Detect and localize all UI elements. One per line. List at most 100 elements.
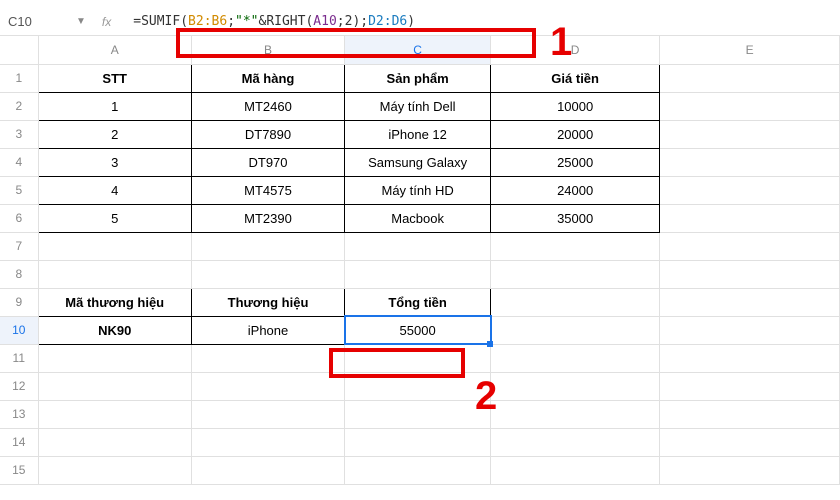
spreadsheet-grid[interactable]: A B C D E 1 STT Mã hàng Sản phẩm Giá tiề… — [0, 36, 840, 485]
row-header-10[interactable]: 10 — [0, 316, 38, 344]
table1-header-sanpham[interactable]: Sản phẩm — [345, 64, 491, 92]
cell-E2[interactable] — [660, 92, 840, 120]
col-header-C[interactable]: C — [345, 36, 491, 64]
row-header-8[interactable]: 8 — [0, 260, 38, 288]
table-row[interactable]: 3 — [38, 148, 191, 176]
table-row[interactable]: 25000 — [491, 148, 660, 176]
cell-E6[interactable] — [660, 204, 840, 232]
table-row[interactable]: 24000 — [491, 176, 660, 204]
cell-B15[interactable] — [191, 456, 344, 484]
col-header-B[interactable]: B — [191, 36, 344, 64]
cell-D12[interactable] — [491, 372, 660, 400]
row-header-7[interactable]: 7 — [0, 232, 38, 260]
cell-B14[interactable] — [191, 428, 344, 456]
cell-A11[interactable] — [38, 344, 191, 372]
cell-E11[interactable] — [660, 344, 840, 372]
cell-E5[interactable] — [660, 176, 840, 204]
col-header-D[interactable]: D — [491, 36, 660, 64]
cell-D7[interactable] — [491, 232, 660, 260]
table-row[interactable]: 4 — [38, 176, 191, 204]
row-header-15[interactable]: 15 — [0, 456, 38, 484]
table1-header-mahang[interactable]: Mã hàng — [191, 64, 344, 92]
table-row[interactable]: MT2460 — [191, 92, 344, 120]
table1-header-stt[interactable]: STT — [38, 64, 191, 92]
row-header-14[interactable]: 14 — [0, 428, 38, 456]
cell-E3[interactable] — [660, 120, 840, 148]
cell-A13[interactable] — [38, 400, 191, 428]
cell-E13[interactable] — [660, 400, 840, 428]
cell-D8[interactable] — [491, 260, 660, 288]
col-header-A[interactable]: A — [38, 36, 191, 64]
table-row[interactable]: Máy tính HD — [345, 176, 491, 204]
table2-header-thuonghieu[interactable]: Thương hiệu — [191, 288, 344, 316]
table-row[interactable]: 5 — [38, 204, 191, 232]
cell-E8[interactable] — [660, 260, 840, 288]
cell-D13[interactable] — [491, 400, 660, 428]
table-row[interactable]: MT4575 — [191, 176, 344, 204]
cell-E7[interactable] — [660, 232, 840, 260]
table-row[interactable]: DT7890 — [191, 120, 344, 148]
table-row[interactable]: Macbook — [345, 204, 491, 232]
table2-value-thuonghieu[interactable]: iPhone — [191, 316, 344, 344]
table-row[interactable]: 1 — [38, 92, 191, 120]
formula-input[interactable]: =SUMIF(B2:B6;"*"&RIGHT(A10;2);D2:D6) — [127, 10, 421, 34]
row-header-1[interactable]: 1 — [0, 64, 38, 92]
col-header-E[interactable]: E — [660, 36, 840, 64]
cell-B13[interactable] — [191, 400, 344, 428]
row-header-12[interactable]: 12 — [0, 372, 38, 400]
cell-B8[interactable] — [191, 260, 344, 288]
cell-E4[interactable] — [660, 148, 840, 176]
row-header-11[interactable]: 11 — [0, 344, 38, 372]
cell-E10[interactable] — [660, 316, 840, 344]
cell-B12[interactable] — [191, 372, 344, 400]
cell-A7[interactable] — [38, 232, 191, 260]
cell-D11[interactable] — [491, 344, 660, 372]
corner-cell[interactable] — [0, 36, 38, 64]
row-header-6[interactable]: 6 — [0, 204, 38, 232]
cell-A12[interactable] — [38, 372, 191, 400]
table-row[interactable]: 20000 — [491, 120, 660, 148]
cell-C8[interactable] — [345, 260, 491, 288]
table-row[interactable]: DT970 — [191, 148, 344, 176]
table-row[interactable]: 10000 — [491, 92, 660, 120]
row-header-2[interactable]: 2 — [0, 92, 38, 120]
table2-value-mathuonghieu[interactable]: NK90 — [38, 316, 191, 344]
row-header-9[interactable]: 9 — [0, 288, 38, 316]
table-row[interactable]: iPhone 12 — [345, 120, 491, 148]
table-row[interactable]: MT2390 — [191, 204, 344, 232]
cell-E1[interactable] — [660, 64, 840, 92]
cell-C13[interactable] — [345, 400, 491, 428]
cell-ref-dropdown-icon[interactable]: ▼ — [76, 16, 86, 27]
cell-B7[interactable] — [191, 232, 344, 260]
cell-E9[interactable] — [660, 288, 840, 316]
table-row[interactable]: Samsung Galaxy — [345, 148, 491, 176]
cell-D9[interactable] — [491, 288, 660, 316]
cell-C11[interactable] — [345, 344, 491, 372]
active-cell-C10[interactable]: 55000 — [345, 316, 491, 344]
row-header-5[interactable]: 5 — [0, 176, 38, 204]
table-row[interactable]: Máy tính Dell — [345, 92, 491, 120]
cell-C14[interactable] — [345, 428, 491, 456]
cell-D14[interactable] — [491, 428, 660, 456]
cell-A14[interactable] — [38, 428, 191, 456]
table1-header-giatien[interactable]: Giá tiền — [491, 64, 660, 92]
cell-E12[interactable] — [660, 372, 840, 400]
row-header-4[interactable]: 4 — [0, 148, 38, 176]
cell-C7[interactable] — [345, 232, 491, 260]
cell-D15[interactable] — [491, 456, 660, 484]
cell-D10[interactable] — [491, 316, 660, 344]
table2-header-mathuonghieu[interactable]: Mã thương hiệu — [38, 288, 191, 316]
row-header-3[interactable]: 3 — [0, 120, 38, 148]
row-header-13[interactable]: 13 — [0, 400, 38, 428]
cell-A15[interactable] — [38, 456, 191, 484]
cell-A8[interactable] — [38, 260, 191, 288]
cell-C15[interactable] — [345, 456, 491, 484]
cell-B11[interactable] — [191, 344, 344, 372]
table2-header-tongtien[interactable]: Tổng tiền — [345, 288, 491, 316]
cell-C12[interactable] — [345, 372, 491, 400]
table-row[interactable]: 35000 — [491, 204, 660, 232]
cell-E14[interactable] — [660, 428, 840, 456]
cell-reference[interactable]: C10 — [8, 14, 68, 29]
table-row[interactable]: 2 — [38, 120, 191, 148]
cell-E15[interactable] — [660, 456, 840, 484]
